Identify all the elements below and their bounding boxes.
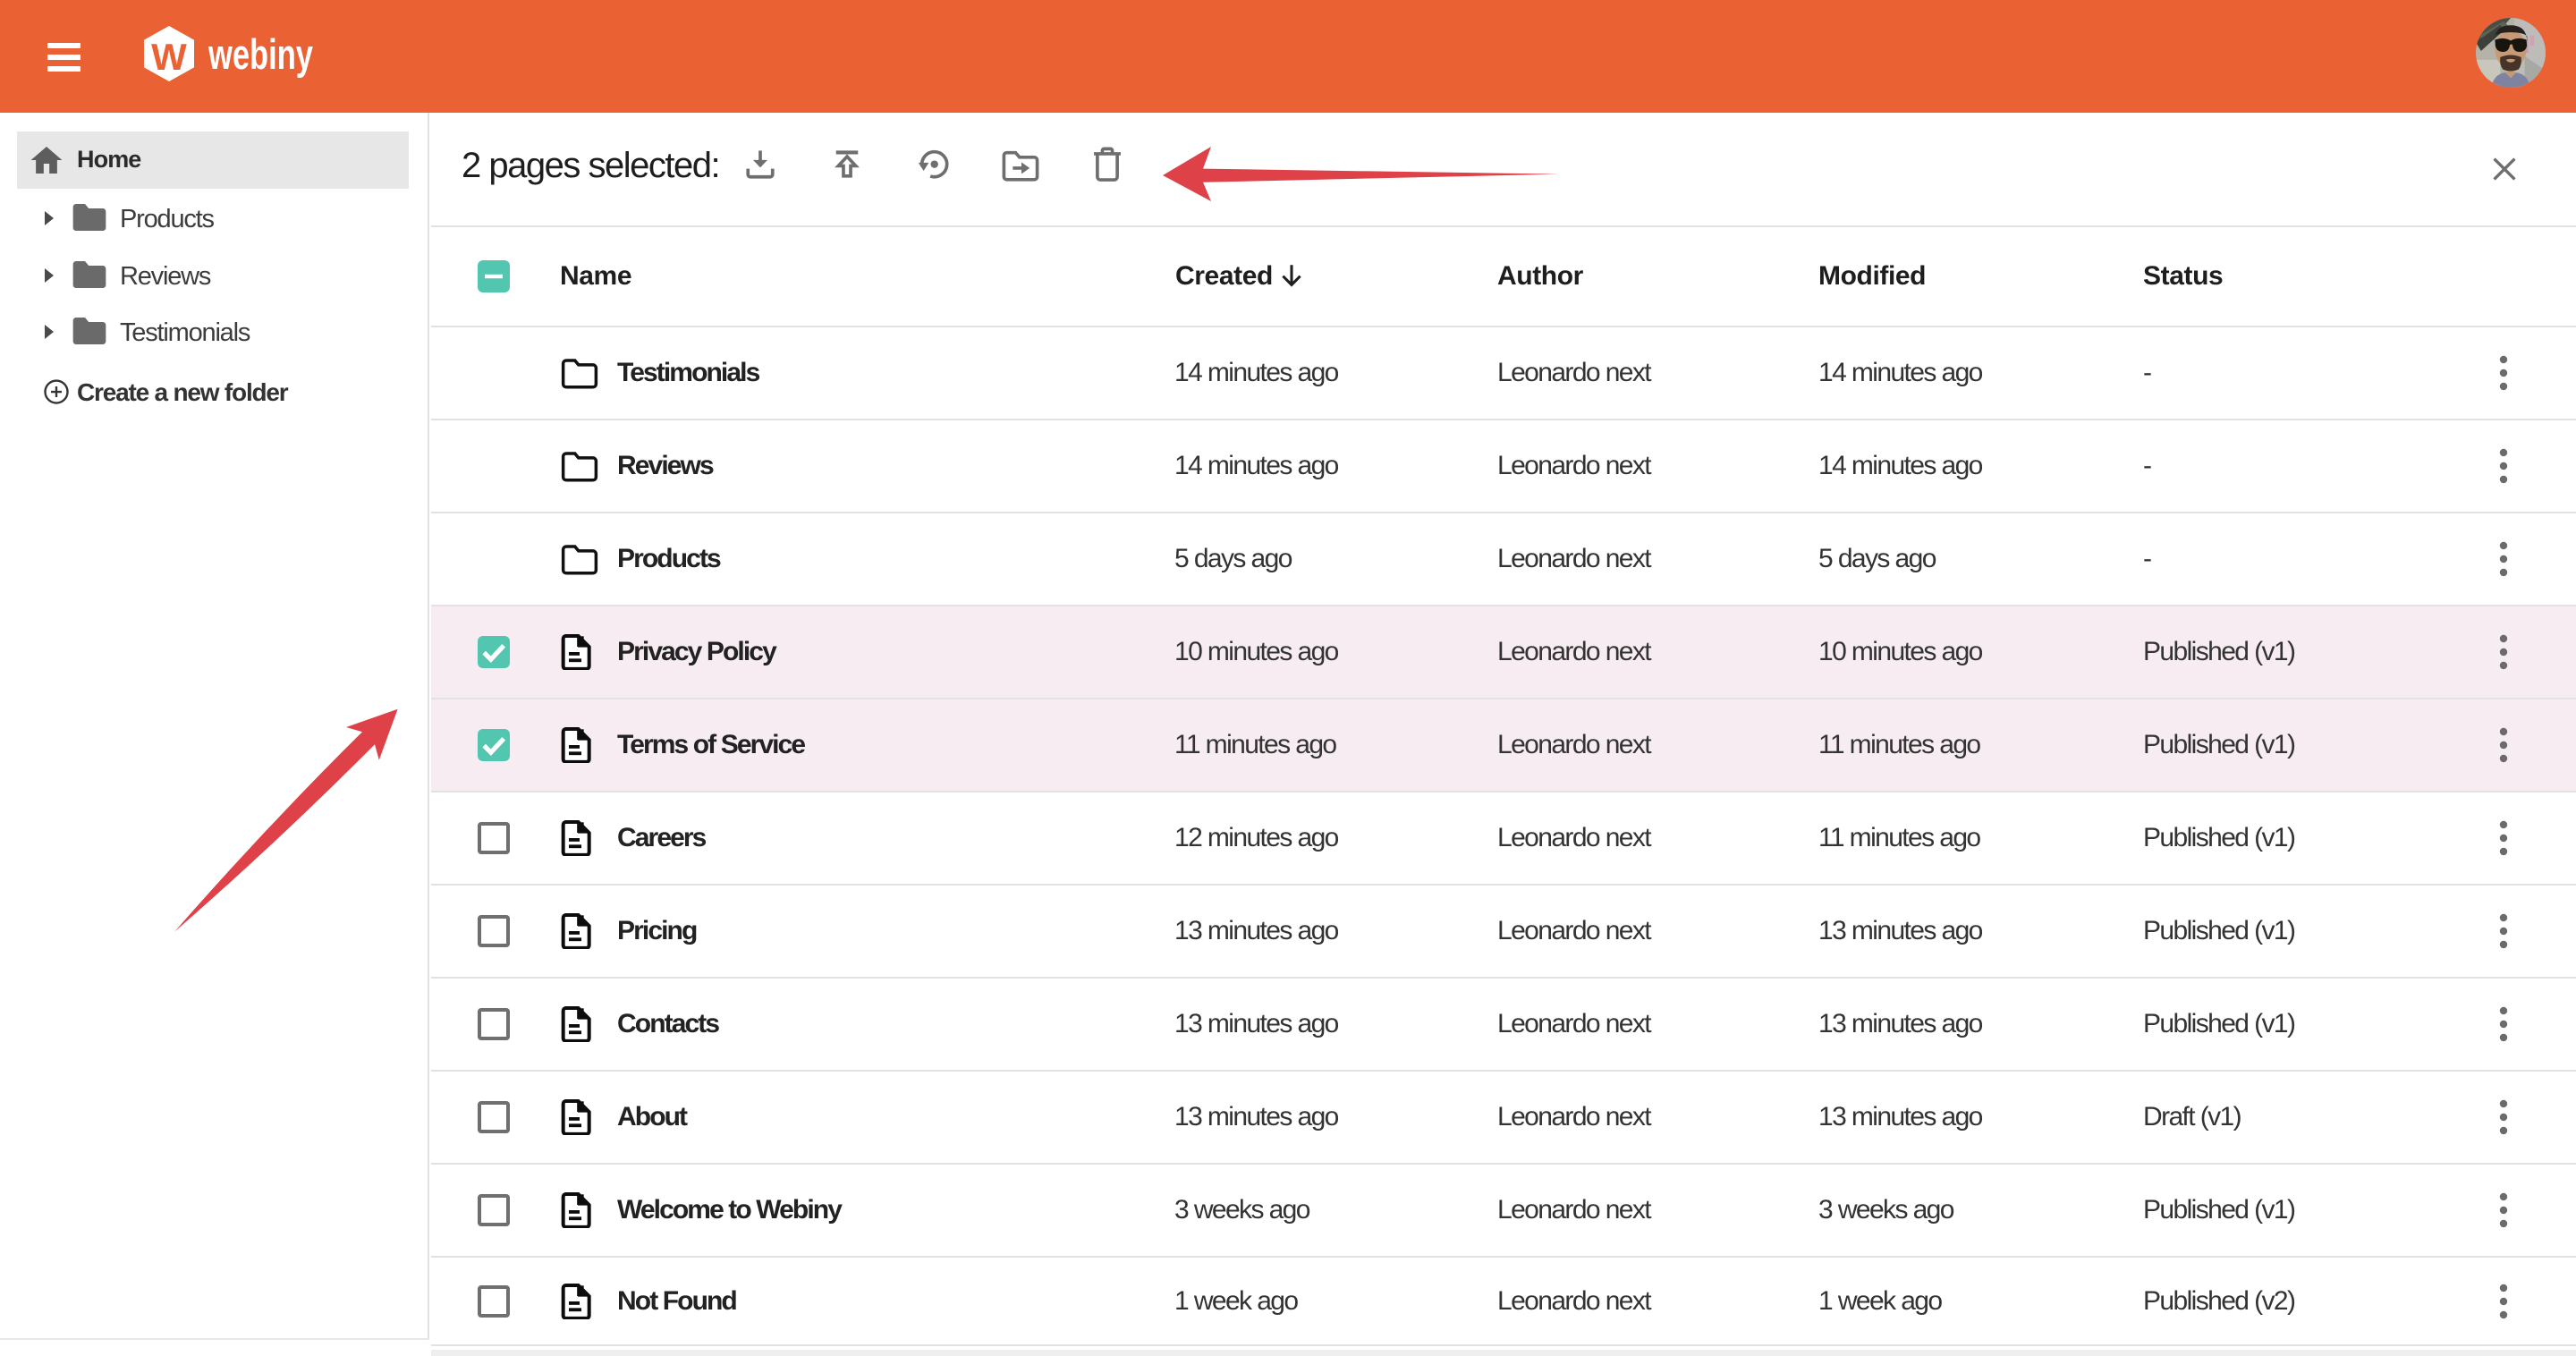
svg-text:webiny: webiny — [208, 30, 313, 78]
svg-text:W: W — [151, 36, 187, 78]
